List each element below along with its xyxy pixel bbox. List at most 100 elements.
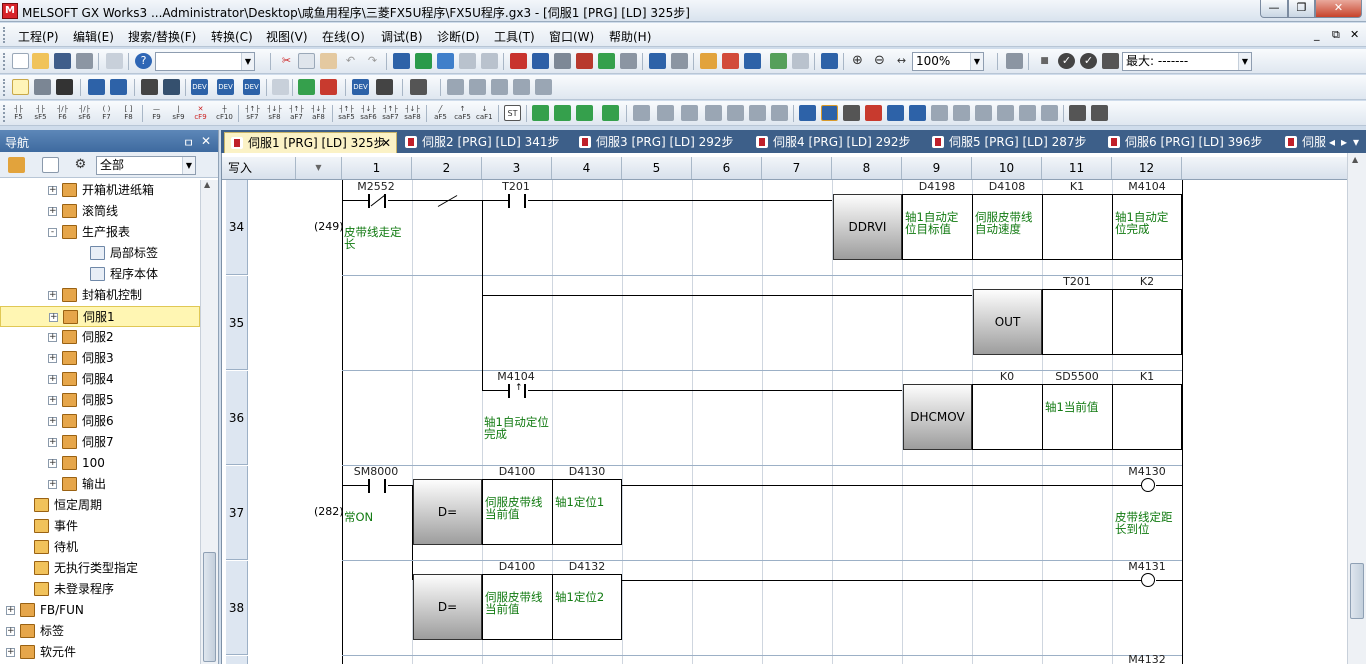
expand-icon[interactable]: +: [48, 207, 57, 216]
tree-item[interactable]: + 开箱机进纸箱: [0, 180, 200, 201]
operand-d4100[interactable]: D4100: [482, 560, 552, 573]
chevron-down-icon[interactable]: ▼: [1238, 53, 1251, 70]
falling-pulse-icon[interactable]: ┤↓├ sF8: [266, 105, 283, 121]
ladder-template-icon[interactable]: [1019, 105, 1036, 121]
menu-debug[interactable]: 调试(B): [381, 28, 423, 45]
chevron-down-icon[interactable]: ▼: [241, 53, 254, 70]
tab-servo-overflow[interactable]: 伺服: [1279, 132, 1329, 153]
compare-icon[interactable]: [481, 53, 498, 69]
collapse-icon[interactable]: -: [48, 228, 57, 237]
tree-item[interactable]: 程序本体: [0, 264, 200, 285]
device-test-icon[interactable]: [722, 53, 739, 69]
device-icon[interactable]: [393, 53, 410, 69]
device-m4104[interactable]: M4104: [486, 370, 546, 383]
minimize-button[interactable]: —: [1260, 0, 1288, 18]
note-edit-icon[interactable]: [771, 105, 788, 121]
instruction-d-equal[interactable]: D=: [413, 574, 482, 640]
tree-item[interactable]: 局部标签: [0, 243, 200, 264]
parallel-falling-nc-icon[interactable]: ┤↓├ saF8: [404, 105, 421, 121]
row-delete-icon[interactable]: [705, 105, 722, 121]
editor-scroll-thumb[interactable]: [1350, 563, 1364, 619]
menu-project[interactable]: 工程(P): [18, 28, 59, 45]
tab-scroll-right-icon[interactable]: ▸: [1341, 132, 1351, 153]
rung-number-partial[interactable]: [226, 656, 248, 664]
tree-item[interactable]: + 伺服3: [0, 348, 200, 369]
device-m4132[interactable]: M4132: [1117, 653, 1177, 664]
invert-icon[interactable]: ╱ aF5: [432, 105, 449, 121]
scan-time-combo[interactable]: 最大: ------- ▼: [1122, 52, 1252, 71]
cut-icon[interactable]: ✂: [278, 53, 295, 69]
dev-setting-icon[interactable]: DEV: [352, 79, 369, 95]
expand-icon[interactable]: +: [6, 627, 15, 636]
menu-find-replace[interactable]: 搜索/替换(F): [128, 28, 196, 45]
vertical-line-icon[interactable]: | sF9: [170, 105, 187, 121]
device-sm8000[interactable]: SM8000: [346, 465, 406, 478]
bus-disconnect-icon[interactable]: [554, 105, 571, 121]
search-jump-icon[interactable]: [843, 105, 860, 121]
instruction-dhcmov[interactable]: DHCMOV: [903, 384, 972, 450]
bus-connect-icon[interactable]: [532, 105, 549, 121]
project-view-icon[interactable]: [8, 157, 25, 173]
tree-item[interactable]: + 封箱机控制: [0, 285, 200, 306]
program-icon[interactable]: [415, 53, 432, 69]
tree-item[interactable]: +100: [0, 453, 200, 474]
mode-dropdown-icon[interactable]: ▼: [296, 157, 342, 179]
paste-icon[interactable]: [320, 53, 337, 69]
operand-d4108[interactable]: D4108: [972, 180, 1042, 193]
menu-view[interactable]: 视图(V): [266, 28, 308, 45]
expand-icon[interactable]: +: [48, 291, 57, 300]
coil-m4130[interactable]: [1141, 478, 1155, 492]
operand-sd5500[interactable]: SD5500: [1042, 370, 1112, 383]
tab-servo3[interactable]: 伺服3 [PRG] [LD] 292步: [573, 132, 748, 153]
run-check-icon[interactable]: ✓: [1058, 53, 1075, 69]
syntax-check-icon[interactable]: [320, 79, 337, 95]
batch-monitor-icon[interactable]: [744, 53, 761, 69]
expand-icon[interactable]: +: [6, 648, 15, 657]
parallel-rising-icon[interactable]: ┤↑├ aF7: [288, 105, 305, 121]
tree-item[interactable]: + 输出: [0, 474, 200, 495]
no-contact-t201[interactable]: [508, 194, 526, 208]
horizontal-line-icon[interactable]: — F9: [148, 105, 165, 121]
menu-edit[interactable]: 编辑(E): [73, 28, 114, 45]
zoom-out-icon[interactable]: ⊖: [871, 53, 888, 69]
no-contact-icon[interactable]: ┤├ F5: [10, 105, 27, 121]
delete-vertical-icon[interactable]: ┼ cF10: [216, 105, 233, 121]
nc-contact-icon[interactable]: ┤/├ F6: [54, 105, 71, 121]
tree-item[interactable]: + 标签: [0, 621, 200, 642]
zoom-in-icon[interactable]: ⊕: [849, 53, 866, 69]
statement-edit-icon[interactable]: [749, 105, 766, 121]
operation-result-rise-icon[interactable]: ↑ caF5: [454, 105, 471, 121]
tab-servo2[interactable]: 伺服2 [PRG] [LD] 341步: [399, 132, 571, 153]
scroll-up-icon[interactable]: ▲: [1352, 155, 1358, 164]
dev-comment-icon[interactable]: DEV: [191, 79, 208, 95]
zoom-fit-icon[interactable]: ↔: [893, 53, 910, 69]
toolbar-grip[interactable]: [3, 53, 7, 70]
coil-m4131[interactable]: [1141, 573, 1155, 587]
chevron-down-icon[interactable]: ▼: [970, 53, 983, 70]
menu-convert[interactable]: 转换(C): [211, 28, 253, 45]
operand-k1[interactable]: K1: [1112, 370, 1182, 383]
check-program-icon[interactable]: [298, 79, 315, 95]
table-view-icon[interactable]: [491, 79, 508, 95]
device-m4130[interactable]: M4130: [1117, 465, 1177, 478]
comment-edit-icon[interactable]: [727, 105, 744, 121]
tree-item[interactable]: + 伺服6: [0, 411, 200, 432]
instruction-out[interactable]: OUT: [973, 289, 1042, 355]
toolbar-grip[interactable]: [3, 105, 7, 122]
sampling-icon[interactable]: [770, 53, 787, 69]
tree-item[interactable]: 恒定周期: [0, 495, 200, 516]
tree-item[interactable]: + FB/FUN: [0, 600, 200, 621]
pin-icon[interactable]: ㅁ: [183, 134, 194, 151]
tree-item[interactable]: - 生产报表: [0, 222, 200, 243]
navigation-scroll-thumb[interactable]: [203, 552, 216, 662]
navigation-close-button[interactable]: ✕: [201, 134, 211, 148]
operand-d4130[interactable]: D4130: [552, 465, 622, 478]
ladder-jump-icon[interactable]: [997, 105, 1014, 121]
mdi-minimize-button[interactable]: _: [1314, 28, 1320, 41]
write-plc-icon[interactable]: [510, 53, 527, 69]
device-t201[interactable]: T201: [486, 180, 546, 193]
tree-item[interactable]: + 伺服2: [0, 327, 200, 348]
copy-icon[interactable]: [298, 53, 315, 69]
redo-icon[interactable]: ↷: [364, 53, 381, 69]
navigation-filter-combo[interactable]: 全部 ▼: [96, 156, 196, 175]
